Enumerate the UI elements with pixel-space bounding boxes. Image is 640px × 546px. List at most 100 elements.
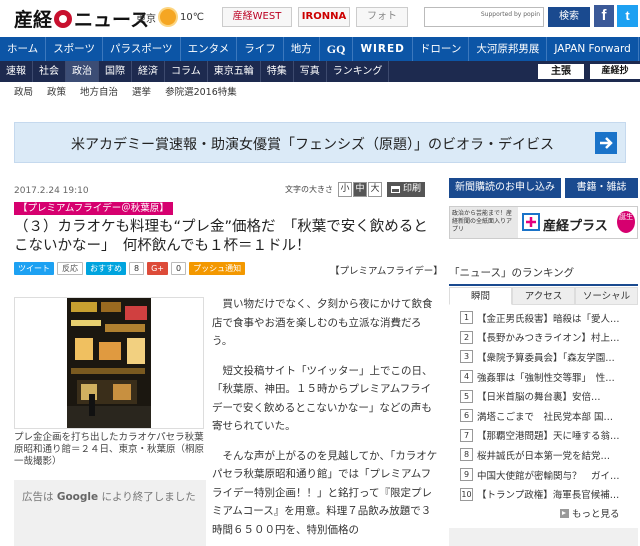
ranking-item[interactable]: 8 桜井誠氏が日本第一党を結党… xyxy=(449,445,638,465)
rank-text: 中国大使館が密輸関与？ ガイ… xyxy=(477,470,620,482)
recommend-label: おすすめ xyxy=(90,264,122,273)
ranking-more-link[interactable]: もっと見る xyxy=(560,506,620,520)
search-input[interactable]: Supported by popin xyxy=(424,7,544,27)
ad-notice-pre: 広告は xyxy=(22,491,54,503)
font-size-large[interactable]: 大 xyxy=(368,182,382,197)
breadcrumb-item[interactable]: 政局 xyxy=(0,84,41,102)
rank-text: 【日米首脳の舞台裏】安倍… xyxy=(477,392,601,404)
rank-text: 【長野かみつきライオン】村上… xyxy=(477,333,620,345)
breadcrumb-item[interactable]: 政策 xyxy=(41,84,74,102)
article-photo[interactable] xyxy=(14,297,204,429)
breadcrumb: 政局 政策 地方自治 選挙 参院選2016特集 xyxy=(0,84,640,102)
nav-entame[interactable]: エンタメ xyxy=(181,37,238,61)
tab-instant[interactable]: 瞬間 xyxy=(449,287,512,305)
ranking-item[interactable]: 7 【那覇空港問題】天に唾する翁… xyxy=(449,426,638,446)
logo-text-sankei: 産経 xyxy=(14,9,53,31)
rank-number: 7 xyxy=(460,428,473,442)
sankei-plus-badge: 誕生 xyxy=(617,211,635,233)
site-logo[interactable]: 産経 ニュース xyxy=(14,5,149,32)
article-headline: （３）カラオケも料理も“プレ金”価格だ 「秋葉で安く飲めるとこないかなー」 何杯… xyxy=(14,219,428,254)
sankeisho-link[interactable]: 産経抄 xyxy=(590,64,640,79)
nav-sub-world[interactable]: 国際 xyxy=(99,61,132,82)
tweet-button[interactable]: ツイート xyxy=(14,262,54,275)
nav-sports[interactable]: スポーツ xyxy=(46,37,103,61)
ranking-item[interactable]: 1 【金正男氏殺害】暗殺は「愛人… xyxy=(449,308,638,328)
nav-sub-breaking[interactable]: 速報 xyxy=(0,61,33,82)
nav-gq[interactable]: GQ xyxy=(320,37,354,61)
tab-social[interactable]: ソーシャル xyxy=(575,287,638,305)
rank-text: 【トランプ政権】海軍長官候補… xyxy=(477,490,620,502)
arrow-right-icon xyxy=(595,132,617,154)
weather-temp: 10℃ xyxy=(180,11,204,23)
nav-local[interactable]: 地方 xyxy=(284,37,320,61)
sankei-west-link[interactable]: 産経WEST xyxy=(222,7,292,27)
nav-sub-olympics[interactable]: 東京五輪 xyxy=(208,61,261,82)
article-paragraph: 短文投稿サイト「ツイッター」上でこの日、「秋葉原、神田。１５時からプレミアムフラ… xyxy=(212,364,433,433)
sidebar-ad-space xyxy=(449,528,638,546)
rank-text: 桜井誠氏が日本第一党を結党… xyxy=(477,450,611,462)
breaking-news-banner[interactable]: 米アカデミー賞速報・助演女優賞「フェンシズ（原題）」のビオラ・デイビス xyxy=(14,122,626,163)
nav-sub-photo[interactable]: 写真 xyxy=(294,61,327,82)
sun-icon xyxy=(160,9,176,25)
series-link[interactable]: 【プレミアムフライデー】 xyxy=(330,263,443,277)
nav-drone[interactable]: ドローン xyxy=(413,37,470,61)
reaction-button[interactable]: 反応 xyxy=(57,262,83,275)
twitter-icon[interactable]: t xyxy=(617,5,638,27)
gplus-button[interactable]: G+ xyxy=(147,262,168,275)
sankei-plus-tagline: 政治から芸能まで！産経新聞の全紙面入りアプリ xyxy=(450,207,518,238)
weather-city: 東京 xyxy=(136,13,156,25)
nav-sub-society[interactable]: 社会 xyxy=(33,61,66,82)
nav-sub-economy[interactable]: 経済 xyxy=(132,61,165,82)
tweet-label: ツイート xyxy=(18,264,50,273)
rank-number: 6 xyxy=(460,409,473,423)
ad-closed-text: 広告は Google により終了しました xyxy=(22,489,196,504)
push-notification-button[interactable]: プッシュ通知 xyxy=(189,262,246,275)
logo-mark-icon xyxy=(54,9,73,28)
sankei-plus-name: 産経プラス xyxy=(543,219,608,234)
ranking-item[interactable]: 4 強姦罪は「強制性交等罪」 性… xyxy=(449,367,638,387)
rank-number: 4 xyxy=(460,370,473,384)
ranking-item[interactable]: 3 【衆院予算委員会】「森友学園… xyxy=(449,347,638,367)
nav-sub-ranking[interactable]: ランキング xyxy=(327,61,390,82)
photo-link[interactable]: フォト xyxy=(356,7,408,27)
breadcrumb-item[interactable]: 参院選2016特集 xyxy=(159,84,245,102)
sankei-plus-promo[interactable]: 政治から芸能まで！産経新聞の全紙面入りアプリ 産経プラス 誕生 xyxy=(449,206,638,239)
recommend-button[interactable]: おすすめ xyxy=(86,262,126,275)
rank-number: 2 xyxy=(460,330,473,344)
ranking-list: 1 【金正男氏殺害】暗殺は「愛人… 2 【長野かみつきライオン】村上… 3 【衆院予算… xyxy=(449,308,638,504)
printer-icon xyxy=(391,186,400,193)
nav-sub-features[interactable]: 特集 xyxy=(261,61,294,82)
font-size-medium[interactable]: 中 xyxy=(353,182,367,197)
nav-sub-politics[interactable]: 政治 xyxy=(66,61,99,82)
shuchou-link[interactable]: 主張 xyxy=(538,64,584,79)
search-button[interactable]: 検索 xyxy=(548,7,590,27)
weather-widget[interactable]: 東京 10℃ xyxy=(136,9,204,25)
ranking-item[interactable]: 6 満塔こごまで 社民党本部 国… xyxy=(449,406,638,426)
nav-para-sports[interactable]: パラスポーツ xyxy=(103,37,181,61)
ad-closed-notice: 広告は Google により終了しました xyxy=(14,480,206,546)
banner-text: 米アカデミー賞速報・助演女優賞「フェンシズ（原題）」のビオラ・デイビス xyxy=(71,137,554,153)
nav-home[interactable]: ホーム xyxy=(0,37,47,61)
ranking-item[interactable]: 5 【日米首脳の舞台裏】安倍… xyxy=(449,386,638,406)
facebook-icon[interactable]: f xyxy=(594,5,614,27)
books-magazines-button[interactable]: 書籍・雑誌 xyxy=(565,178,638,198)
nav-sub-column[interactable]: コラム xyxy=(165,61,208,82)
ranking-tabs: 瞬間 アクセス ソーシャル xyxy=(449,287,638,305)
rank-number: 1 xyxy=(460,311,473,325)
print-button[interactable]: 印刷 xyxy=(387,182,426,197)
nav-life[interactable]: ライフ xyxy=(237,37,284,61)
nav-japan-forward[interactable]: JAPAN Forward xyxy=(547,37,639,61)
article-category-tag[interactable]: 【プレミアムフライデー＠秋葉原】 xyxy=(14,202,173,215)
subscribe-button[interactable]: 新聞購読のお申し込み xyxy=(449,178,561,198)
ranking-item[interactable]: 10 【トランプ政権】海軍長官候補… xyxy=(449,484,638,504)
ranking-item[interactable]: 9 中国大使館が密輸関与？ ガイ… xyxy=(449,465,638,485)
breadcrumb-item[interactable]: 地方自治 xyxy=(74,84,126,102)
font-size-small[interactable]: 小 xyxy=(338,182,352,197)
breadcrumb-item[interactable]: 選挙 xyxy=(126,84,159,102)
nav-okawara[interactable]: 大河原邦男展 xyxy=(469,37,548,61)
article-date: 2017.2.24 19:10 xyxy=(14,186,89,196)
nav-wired[interactable]: WIRED xyxy=(353,37,413,61)
tab-access[interactable]: アクセス xyxy=(512,287,575,305)
ironna-link[interactable]: IRONNA xyxy=(298,7,350,27)
ranking-item[interactable]: 2 【長野かみつきライオン】村上… xyxy=(449,328,638,348)
